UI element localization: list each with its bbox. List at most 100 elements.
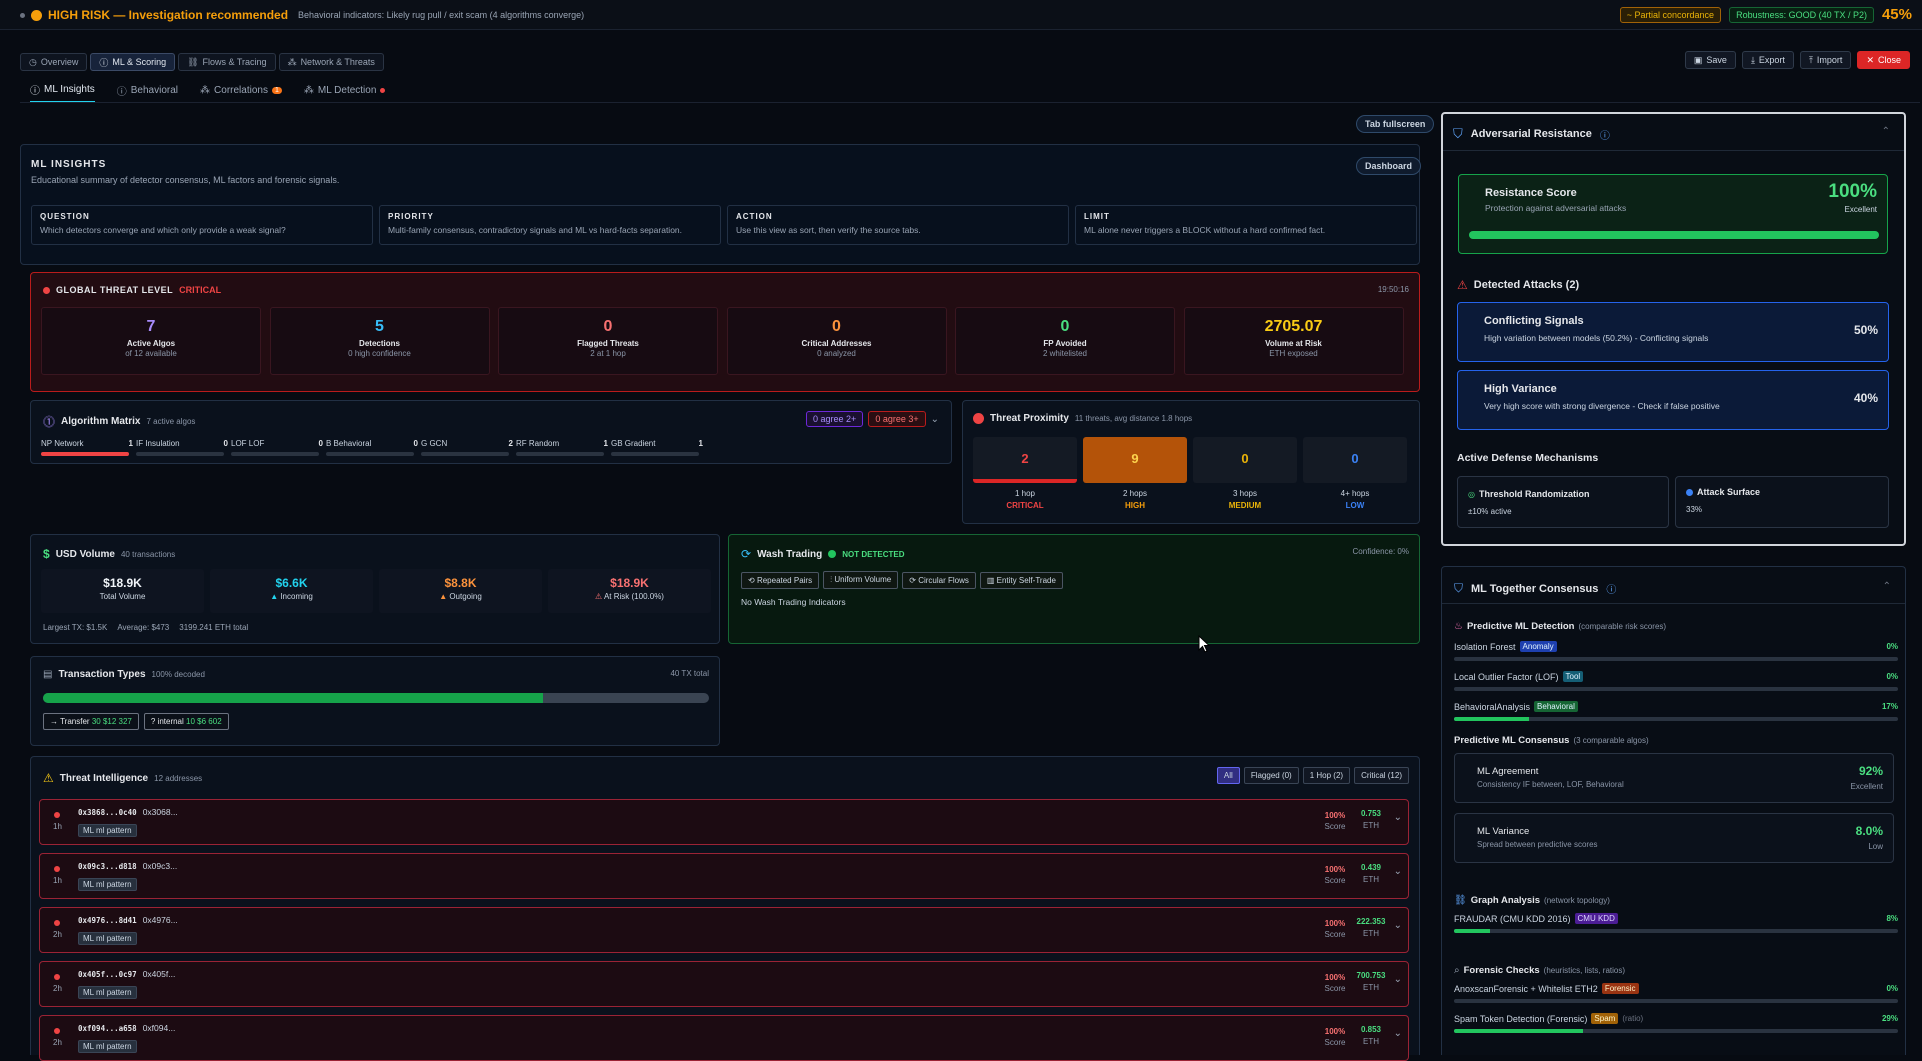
wash-title: Wash Trading xyxy=(757,548,823,560)
subtab-ml-detection[interactable]: ⁂ ML Detection xyxy=(304,85,386,100)
chevron-up-icon[interactable]: ⌃ xyxy=(1883,581,1891,592)
threat-item-row[interactable]: 1h 0x3868...0c40 0x3068... ML ml pattern 100… xyxy=(39,799,1409,845)
export-button[interactable]: ⤓ Export xyxy=(1741,51,1794,69)
proximity-cell[interactable]: 0 xyxy=(1303,437,1407,483)
network-icon: ⁂ xyxy=(287,56,297,67)
filter-all[interactable]: All xyxy=(1216,767,1240,784)
threat-item-row[interactable]: 1h 0x09c3...d818 0x09c3... ML ml pattern 100… xyxy=(39,853,1409,899)
check-icon: ◎ xyxy=(1468,489,1475,499)
algo-item[interactable]: RF Random 1 xyxy=(516,439,608,456)
alert-dot-icon xyxy=(54,812,60,818)
chevron-down-icon[interactable]: ⌄ xyxy=(1394,920,1402,931)
subtab-correlations[interactable]: ⁂ Correlations 1 xyxy=(200,85,282,100)
concordance-badge: ~ Partial concordance xyxy=(1619,6,1722,23)
subtab-ml-insights[interactable]: ⓘ ML Insights xyxy=(30,82,95,103)
score-value: 100% xyxy=(1324,973,1346,982)
algo-item[interactable]: G GCN 2 xyxy=(421,439,513,456)
stat-title: Volume at Risk xyxy=(1265,339,1322,348)
proximity-level: LOW xyxy=(1345,501,1365,510)
filter-flagged[interactable]: Flagged (0) xyxy=(1243,767,1299,784)
algo-item[interactable]: B Behavioral 0 xyxy=(326,439,418,456)
chevron-up-icon[interactable]: ⌃ xyxy=(1882,126,1890,137)
txtypes-bar xyxy=(43,693,709,703)
divider xyxy=(1443,150,1904,151)
tab-network-threats[interactable]: ⁂ Network & Threats xyxy=(278,53,384,71)
proximity-hops: 4+ hops xyxy=(1340,489,1370,498)
alert-dot-icon xyxy=(54,866,60,872)
stat-title: FP Avoided xyxy=(1043,339,1087,348)
proximity-cell[interactable]: 2 xyxy=(973,437,1077,483)
resistance-score: 100% xyxy=(1828,181,1877,202)
usd-icon: ▲ xyxy=(270,592,281,601)
chevron-down-icon[interactable]: ⌄ xyxy=(931,414,939,425)
alert-dot-icon xyxy=(54,1028,60,1034)
ml-pattern-tag: ML ml pattern xyxy=(78,878,137,891)
proximity-sub: 11 threats, avg distance 1.8 hops xyxy=(1074,414,1193,423)
filter-critical[interactable]: Critical (12) xyxy=(1354,767,1409,784)
txtypes-sub: 100% decoded xyxy=(151,670,205,679)
stat-sub: 2 whitelisted xyxy=(1042,349,1088,358)
close-button[interactable]: ✕ Close xyxy=(1857,51,1910,69)
insights-title: ML INSIGHTS xyxy=(31,159,107,170)
search-icon: ⌕ xyxy=(1454,965,1460,976)
proximity-cell[interactable]: 9 xyxy=(1083,437,1187,483)
threat-item-row[interactable]: 2h 0x4976...8d41 0x4976... ML ml pattern 100… xyxy=(39,907,1409,953)
predictive-row: BehavioralAnalysis Behavioral 17% xyxy=(1454,701,1898,721)
threat-item-row[interactable]: 2h 0xf094...a658 0xf094... ML ml pattern 100… xyxy=(39,1015,1409,1061)
defense-attack-surface: Attack Surface 33% xyxy=(1675,476,1889,528)
algo-item[interactable]: GB Gradient 1 xyxy=(611,439,703,456)
algo-item[interactable]: IF Insulation 0 xyxy=(136,439,228,456)
chevron-down-icon[interactable]: ⌄ xyxy=(1394,866,1402,877)
eth-value: 700.753 xyxy=(1356,971,1386,980)
tab-overview[interactable]: ◷ Overview xyxy=(20,53,88,71)
address-prefix: 0x4976... xyxy=(142,915,178,925)
import-button[interactable]: ⤒ Import xyxy=(1799,51,1852,69)
threat-item-row[interactable]: 2h 0x405f...0c97 0x405f... ML ml pattern 100… xyxy=(39,961,1409,1007)
network-icon: ⁂ xyxy=(303,85,314,96)
help-icon[interactable]: ⓘ xyxy=(1606,581,1616,596)
chevron-down-icon[interactable]: ⌄ xyxy=(1394,1028,1402,1039)
defense-title: Active Defense Mechanisms xyxy=(1457,452,1599,464)
tab-ml-scoring[interactable]: ⓘ ML & Scoring xyxy=(90,53,176,71)
resistance-title: Resistance Score xyxy=(1485,187,1577,199)
stat-sub: ETH exposed xyxy=(1269,349,1318,358)
tab-flows-tracing[interactable]: ⛓ Flows & Tracing xyxy=(178,53,276,71)
consensus-title: ML Together Consensus xyxy=(1471,582,1599,595)
wash-status: NOT DETECTED xyxy=(842,549,905,559)
close-icon: ✕ xyxy=(1866,54,1874,65)
largest-tx: Largest TX: $1.5K xyxy=(43,623,108,632)
attack-conflicting-signals: Conflicting Signals High variation betwe… xyxy=(1457,302,1889,362)
dashboard-button[interactable]: Dashboard xyxy=(1356,157,1422,175)
hop-label: 2h xyxy=(53,930,62,939)
subtab-behavioral[interactable]: ⓘ Behavioral xyxy=(117,83,178,102)
limit-box: LIMIT ML alone never triggers a BLOCK wit… xyxy=(1075,205,1417,245)
score-value: 100% xyxy=(1324,811,1346,820)
tab-fullscreen-button[interactable]: Tab fullscreen xyxy=(1356,115,1435,133)
eth-label: ETH xyxy=(1363,983,1379,992)
eth-value: 222.353 xyxy=(1356,917,1386,926)
alert-dot-icon xyxy=(54,920,60,926)
ml-insights-panel: ML INSIGHTS Educational summary of detec… xyxy=(20,144,1422,265)
usd-cell: $8.8K ▲ Outgoing xyxy=(379,569,542,613)
forensic-row: Spam Token Detection (Forensic) Spam (rati… xyxy=(1454,1013,1898,1033)
address-short: 0x4976...8d41 xyxy=(78,915,137,925)
proximity-level: CRITICAL xyxy=(1006,501,1044,510)
help-icon[interactable]: ⓘ xyxy=(1600,127,1610,142)
algo-sub: 7 active algos xyxy=(146,417,196,426)
chevron-down-icon[interactable]: ⌄ xyxy=(1394,974,1402,985)
ti-title: Threat Intelligence xyxy=(59,772,149,784)
algo-item[interactable]: LOF LOF 0 xyxy=(231,439,323,456)
save-button[interactable]: ▣ Save xyxy=(1684,51,1736,69)
chevron-down-icon[interactable]: ⌄ xyxy=(1394,812,1402,823)
stat-title: Critical Addresses xyxy=(801,339,872,348)
alert-dot-icon xyxy=(54,974,60,980)
info-icon: ⓘ xyxy=(30,86,40,97)
filter-1hop[interactable]: 1 Hop (2) xyxy=(1302,767,1351,784)
algo-item[interactable]: NP Network 1 xyxy=(41,439,133,456)
resistance-bar xyxy=(1469,231,1879,239)
proximity-level: MEDIUM xyxy=(1228,501,1262,510)
chip-transfer: → Transfer 30 $12 327 xyxy=(43,713,139,730)
score-label: Score xyxy=(1324,822,1346,831)
question-box: QUESTION Which detectors converge and whi… xyxy=(31,205,373,245)
proximity-cell[interactable]: 0 xyxy=(1193,437,1297,483)
